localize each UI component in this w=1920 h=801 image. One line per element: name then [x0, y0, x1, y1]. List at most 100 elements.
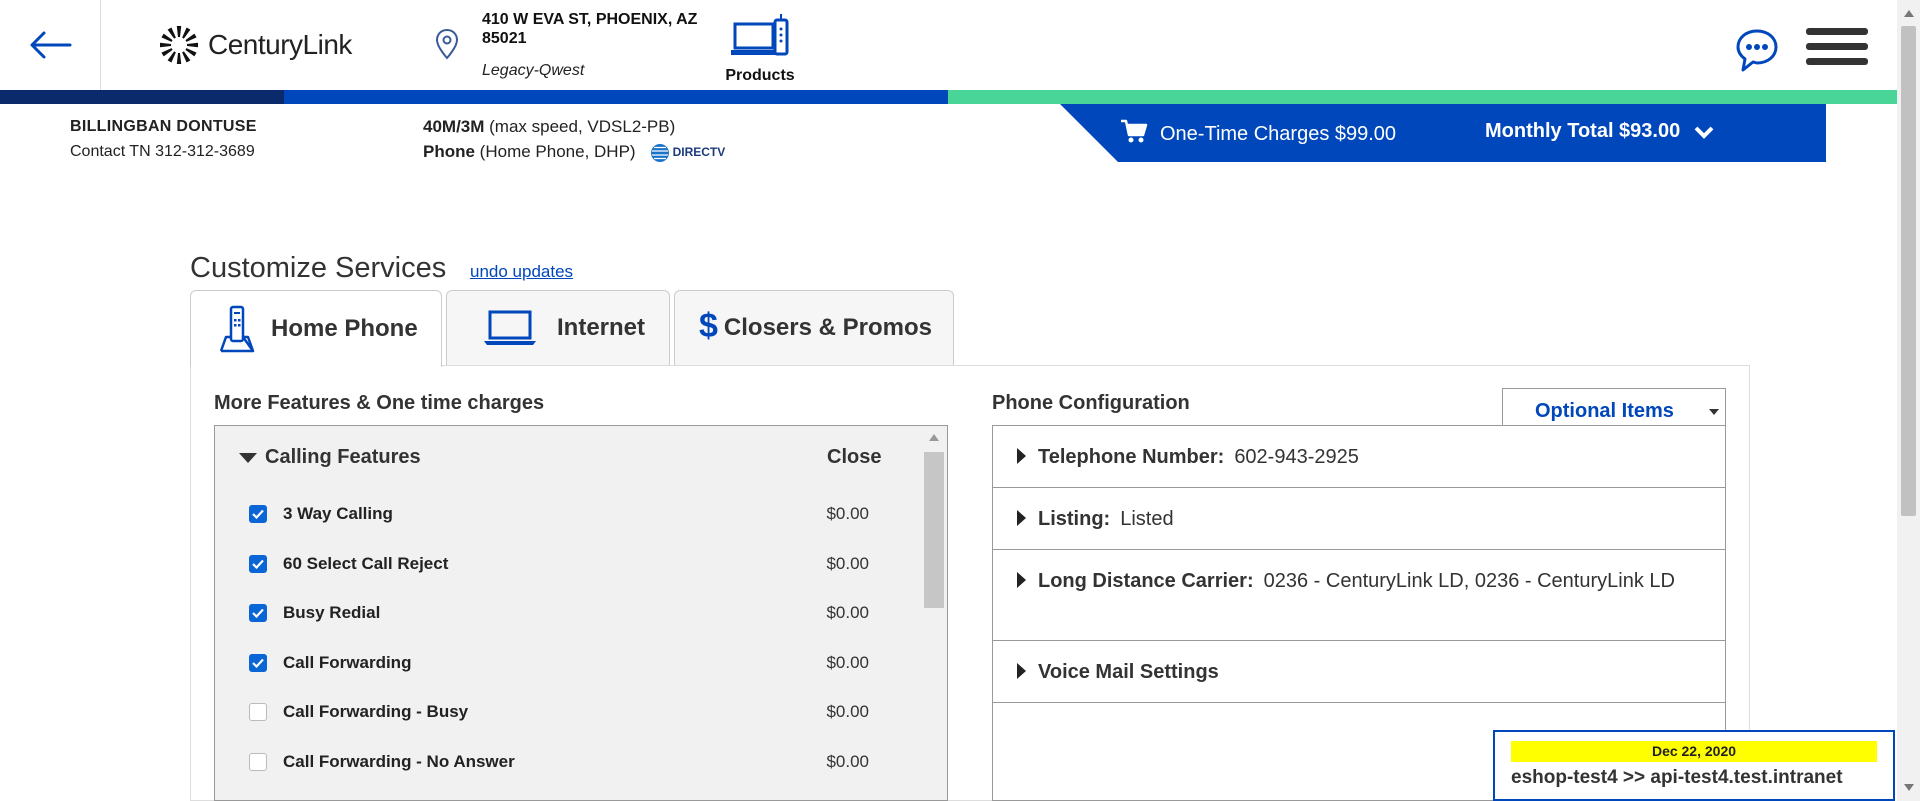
dropdown-caret-icon: [1709, 409, 1719, 415]
feature-price: $0.00: [826, 603, 869, 622]
caret-down-icon: [239, 452, 257, 463]
telephone-number-row[interactable]: Telephone Number: 602-943-2925: [993, 426, 1725, 488]
chat-icon[interactable]: [1735, 28, 1779, 74]
customize-title: Customize Services: [190, 252, 447, 284]
voice-mail-settings-row[interactable]: Voice Mail Settings: [993, 641, 1725, 703]
features-scrollbar[interactable]: [921, 426, 947, 800]
build-date: Dec 22, 2020: [1511, 741, 1877, 762]
arrow-left-icon: [30, 31, 72, 59]
internet-detail: (max speed, VDSL2-PB): [484, 117, 676, 136]
page-scroll-thumb[interactable]: [1901, 26, 1916, 516]
feature-checkbox[interactable]: [249, 703, 267, 721]
feature-price: $0.00: [826, 553, 869, 573]
feature-row[interactable]: 60 Select Call Reject $0.00: [249, 552, 869, 576]
close-button[interactable]: Close: [827, 446, 881, 469]
feature-price: $0.00: [826, 504, 869, 523]
tab-internet-label: Internet: [557, 314, 646, 341]
feature-checkbox[interactable]: [249, 505, 267, 523]
listing-label: Listing:: [1038, 508, 1111, 530]
undo-updates-link[interactable]: undo updates: [470, 262, 573, 282]
optional-items-label: Optional Items: [1535, 400, 1674, 422]
long-distance-carrier-label: Long Distance Carrier:: [1038, 570, 1254, 592]
caret-right-icon: [1017, 663, 1026, 679]
checkmark-icon: [252, 559, 264, 569]
scroll-thumb[interactable]: [924, 452, 944, 608]
caret-right-icon: [1017, 448, 1026, 464]
feature-row[interactable]: Call Forwarding - Busy $0.00: [249, 700, 869, 724]
globe-icon: [650, 143, 669, 162]
feature-price: $0.00: [826, 652, 869, 672]
checkmark-icon: [252, 509, 264, 519]
checkmark-icon: [252, 608, 264, 618]
tab-home-phone-label: Home Phone: [271, 315, 418, 342]
feature-checkbox[interactable]: [249, 752, 267, 771]
dollar-icon: $: [699, 306, 718, 345]
feature-label: 60 Select Call Reject: [283, 553, 449, 573]
feature-price: $0.00: [826, 702, 869, 721]
laptop-icon: [484, 310, 536, 345]
feature-label: Busy Redial: [283, 603, 381, 622]
cordless-phone-icon: [219, 305, 255, 353]
page-scrollbar[interactable]: [1897, 0, 1920, 801]
voice-mail-settings-label: Voice Mail Settings: [1038, 661, 1219, 683]
cart-icon: [1121, 119, 1148, 143]
telephone-number-label: Telephone Number:: [1038, 446, 1225, 468]
long-distance-carrier-row[interactable]: Long Distance Carrier: 0236 - CenturyLink…: [993, 550, 1725, 641]
tab-internet[interactable]: Internet: [446, 290, 670, 365]
feature-label: Call Forwarding - Busy: [283, 702, 469, 721]
centurylink-logo[interactable]: CenturyLink: [158, 24, 352, 66]
one-time-charges[interactable]: One-Time Charges $99.00: [1160, 123, 1396, 146]
feature-label: Call Forwarding: [283, 652, 412, 672]
features-list: Calling Features Close 3 Way Calling $0.0…: [214, 425, 948, 801]
calling-features-title: Calling Features: [265, 446, 421, 468]
phone-configuration-title: Phone Configuration: [992, 392, 1190, 414]
scroll-up-arrow-icon[interactable]: [929, 434, 939, 441]
address-region: Legacy-Qwest: [482, 62, 585, 79]
brand-stripe: [0, 90, 1897, 104]
feature-row[interactable]: Busy Redial $0.00: [249, 601, 869, 625]
totals-bar: One-Time Charges $99.00 Monthly Total $9…: [1060, 104, 1826, 162]
brand-name: CenturyLink: [208, 29, 352, 60]
directv-text: DIRECTV: [672, 145, 726, 160]
environment-badge: Dec 22, 2020 eshop-test4 >> api-test4.te…: [1493, 730, 1895, 801]
feature-label: Call Forwarding - No Answer: [283, 751, 515, 771]
scroll-down-arrow-icon[interactable]: [1904, 784, 1914, 791]
tab-closers-promos[interactable]: $ Closers & Promos: [674, 290, 954, 365]
telephone-number-value: 602-943-2925: [1234, 446, 1359, 468]
listing-value: Listed: [1120, 508, 1174, 530]
scroll-up-arrow-icon[interactable]: [1904, 10, 1914, 17]
feature-row[interactable]: 3 Way Calling $0.00: [249, 502, 869, 526]
hamburger-menu-icon[interactable]: [1806, 28, 1868, 73]
feature-checkbox[interactable]: [249, 653, 267, 672]
feature-row[interactable]: Call Forwarding $0.00: [249, 651, 869, 675]
tab-closers-promos-label: Closers & Promos: [723, 314, 932, 341]
service-summary: 40M/3M (max speed, VDSL2-PB) Phone (Home…: [423, 114, 725, 165]
checkmark-icon: [252, 658, 264, 668]
directv-logo: DIRECTV: [650, 140, 726, 165]
feature-row[interactable]: Call Forwarding - No Answer $0.00: [249, 750, 869, 774]
phone-label: Phone: [423, 142, 475, 161]
listing-row[interactable]: Listing: Listed: [993, 488, 1725, 550]
customer-info: BILLINGBAN DONTUSE Contact TN 312-312-36…: [70, 114, 257, 164]
feature-checkbox[interactable]: [249, 604, 267, 622]
long-distance-carrier-value: 0236 - CenturyLink LD, 0236 - CenturyLin…: [1263, 570, 1675, 592]
products-button[interactable]: Products: [720, 14, 800, 85]
tab-home-phone[interactable]: Home Phone: [190, 290, 442, 367]
products-label: Products: [725, 67, 795, 84]
back-button[interactable]: [0, 0, 101, 90]
service-address: 410 W EVA ST, PHOENIX, AZ 85021: [482, 11, 698, 47]
optional-items-dropdown[interactable]: Optional Items: [1502, 388, 1726, 426]
calling-features-toggle[interactable]: Calling Features: [239, 446, 421, 469]
feature-price: $0.00: [826, 751, 869, 771]
customer-name: BILLINGBAN DONTUSE: [70, 118, 257, 135]
devices-icon: [731, 14, 789, 56]
feature-label: 3 Way Calling: [283, 504, 393, 523]
features-section-title: More Features & One time charges: [214, 392, 545, 414]
top-header: CenturyLink 410 W EVA ST, PHOENIX, AZ 85…: [0, 0, 1897, 90]
location-pin-icon: [435, 28, 459, 60]
chevron-down-icon: [1694, 126, 1714, 139]
monthly-total-toggle[interactable]: Monthly Total $93.00: [1485, 120, 1714, 143]
contact-number: Contact TN 312-312-3689: [70, 143, 255, 160]
feature-checkbox[interactable]: [249, 554, 267, 573]
phone-detail: (Home Phone, DHP): [474, 142, 636, 161]
